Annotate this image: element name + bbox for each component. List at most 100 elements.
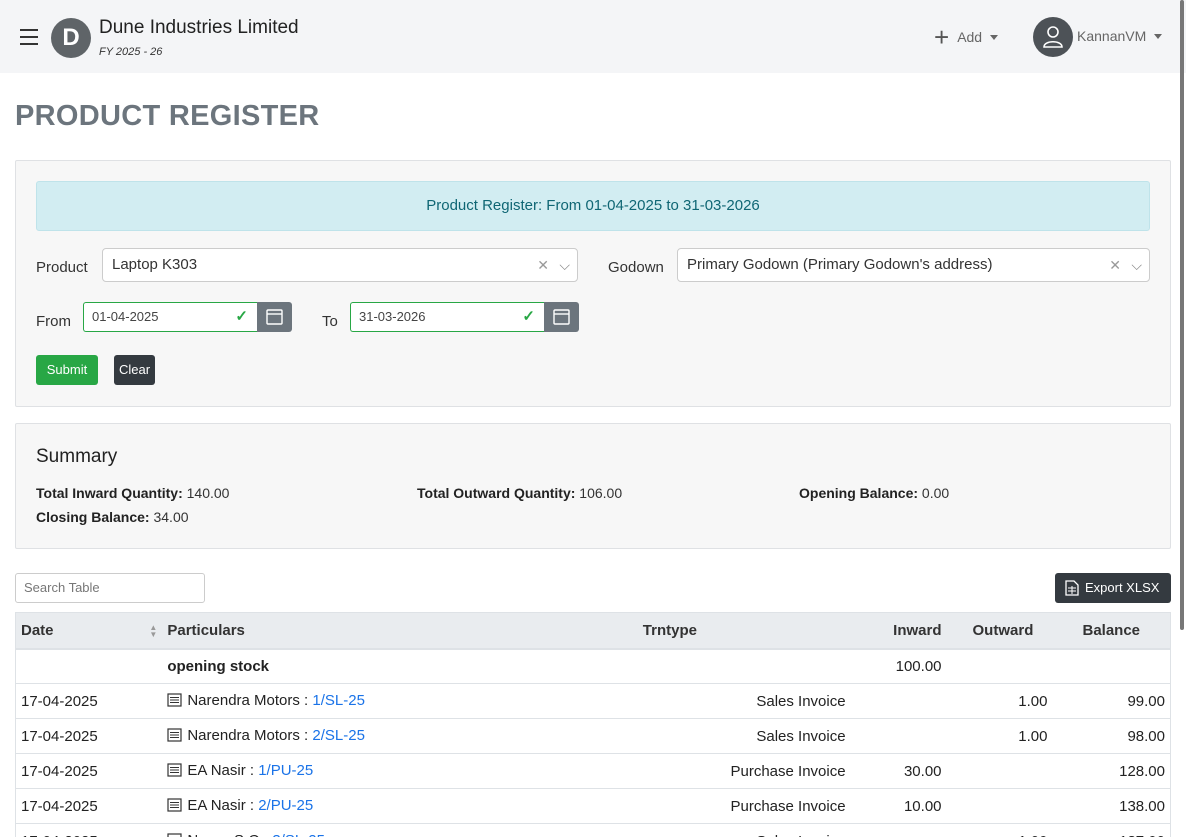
- opening-balance-value: 0.00: [921, 485, 950, 501]
- total-inward-value: 140.00: [186, 485, 230, 501]
- document-icon: [167, 762, 182, 781]
- row-inward: [850, 823, 947, 837]
- user-avatar-icon[interactable]: [1033, 17, 1073, 57]
- total-outward-stat: Total Outward Quantity: 106.00: [417, 485, 622, 501]
- add-dropdown-button[interactable]: + Add: [934, 22, 999, 52]
- row-particulars: EA Nasir : 2/PU-25: [162, 788, 638, 824]
- document-icon: [167, 727, 182, 746]
- row-balance: 128.00: [1052, 753, 1172, 789]
- row-outward: 1.00: [946, 823, 1053, 837]
- submit-button[interactable]: Submit: [36, 355, 98, 385]
- from-date-input[interactable]: 01-04-2025 ✓: [83, 302, 257, 332]
- table-header-row: Date ▲ ▼ Particulars Trntype Inward Outwar…: [15, 612, 1172, 650]
- opening-stock-label: opening stock: [162, 648, 638, 684]
- company-logo: D: [51, 18, 91, 58]
- table-row: opening stock 100.00: [15, 648, 1172, 684]
- from-date-value: 01-04-2025: [92, 309, 159, 324]
- summary-title: Summary: [36, 446, 118, 467]
- row-party: Narendra Motors :: [187, 726, 313, 744]
- column-header-inward[interactable]: Inward: [850, 612, 947, 650]
- godown-select[interactable]: Primary Godown (Primary Godown's address…: [677, 248, 1150, 282]
- chevron-down-icon[interactable]: ⌵: [559, 249, 570, 281]
- row-inward: 30.00: [850, 753, 947, 789]
- table-row: 17-04-2025Navya S.O : 3/SL-25Sales Invoi…: [15, 823, 1172, 837]
- product-select-value: Laptop K303: [112, 256, 198, 273]
- row-outward: 1.00: [946, 718, 1053, 754]
- calendar-icon[interactable]: [544, 302, 579, 332]
- closing-balance-value: 34.00: [153, 509, 189, 525]
- spreadsheet-icon: [1065, 580, 1079, 596]
- column-header-particulars[interactable]: Particulars: [162, 612, 638, 650]
- chevron-down-icon[interactable]: ⌵: [1131, 249, 1142, 281]
- export-xlsx-button[interactable]: Export XLSX: [1055, 573, 1171, 603]
- caret-down-icon: [990, 34, 999, 40]
- row-outward: [946, 753, 1053, 789]
- clear-button[interactable]: Clear: [114, 355, 155, 385]
- company-name: Dune Industries Limited: [99, 17, 299, 38]
- row-particulars: Narendra Motors : 2/SL-25: [162, 718, 638, 754]
- document-icon: [167, 692, 182, 711]
- clear-icon[interactable]: ✕: [537, 249, 549, 281]
- row-date: 17-04-2025: [15, 823, 163, 837]
- column-header-balance[interactable]: Balance: [1052, 612, 1172, 650]
- menu-icon[interactable]: [20, 29, 38, 45]
- row-trntype: Purchase Invoice: [637, 753, 851, 789]
- sort-icon[interactable]: ▲ ▼: [149, 623, 157, 638]
- voucher-link[interactable]: 2/SL-25: [312, 727, 365, 744]
- row-party: Narendra Motors :: [187, 691, 313, 709]
- to-date-group: 31-03-2026 ✓: [350, 302, 579, 332]
- voucher-link[interactable]: 3/SL-25: [272, 832, 325, 837]
- column-header-trntype[interactable]: Trntype: [637, 612, 851, 650]
- voucher-link[interactable]: 1/SL-25: [312, 692, 365, 709]
- row-particulars: Navya S.O : 3/SL-25: [162, 823, 638, 837]
- row-inward: [850, 683, 947, 719]
- add-label: Add: [957, 29, 983, 45]
- from-date-group: 01-04-2025 ✓: [83, 302, 292, 332]
- voucher-link[interactable]: 2/PU-25: [258, 797, 313, 814]
- row-date: 17-04-2025: [15, 683, 163, 719]
- row-party: EA Nasir :: [187, 796, 259, 814]
- total-outward-value: 106.00: [579, 485, 623, 501]
- godown-label: Godown: [608, 259, 664, 276]
- user-name-label: KannanVM: [1077, 28, 1147, 44]
- page-title: PRODUCT REGISTER: [15, 100, 320, 132]
- from-label: From: [36, 313, 71, 330]
- row-outward: 1.00: [946, 683, 1053, 719]
- opening-balance-stat: Opening Balance: 0.00: [799, 485, 949, 501]
- opening-stock-inward: 100.00: [850, 648, 947, 684]
- to-label: To: [322, 313, 338, 330]
- fiscal-year: FY 2025 - 26: [99, 46, 163, 58]
- total-outward-label: Total Outward Quantity:: [417, 485, 576, 501]
- column-header-date[interactable]: Date ▲ ▼: [15, 612, 163, 650]
- export-label: Export XLSX: [1085, 580, 1160, 595]
- total-inward-stat: Total Inward Quantity: 140.00: [36, 485, 229, 501]
- to-date-input[interactable]: 31-03-2026 ✓: [350, 302, 544, 332]
- voucher-link[interactable]: 1/PU-25: [258, 762, 313, 779]
- plus-icon: +: [934, 22, 950, 52]
- check-icon: ✓: [235, 308, 248, 325]
- table-row: 17-04-2025 EA Nasir : 1/PU-25 Purchase Inv…: [15, 753, 1172, 789]
- row-outward: [946, 788, 1053, 824]
- row-date: 17-04-2025: [15, 788, 163, 824]
- product-select[interactable]: Laptop K303 ✕ ⌵: [102, 248, 578, 282]
- date-range-banner: Product Register: From 01-04-2025 to 31-…: [36, 181, 1150, 231]
- clear-icon[interactable]: ✕: [1109, 249, 1121, 281]
- summary-card: Summary Total Inward Quantity: 140.00 To…: [15, 423, 1171, 549]
- page-scrollbar[interactable]: [1180, 0, 1184, 630]
- row-balance: 138.00: [1052, 788, 1172, 824]
- search-table-input[interactable]: Search Table: [15, 573, 205, 603]
- document-icon: [167, 797, 182, 816]
- table-row: 17-04-2025 Narendra Motors : 2/SL-25 Sales…: [15, 718, 1172, 754]
- row-party: EA Nasir :: [187, 761, 259, 779]
- closing-balance-label: Closing Balance:: [36, 509, 150, 525]
- document-icon: [167, 832, 182, 837]
- row-date: 17-04-2025: [15, 718, 163, 754]
- calendar-icon[interactable]: [257, 302, 292, 332]
- filter-card: Product Register: From 01-04-2025 to 31-…: [15, 160, 1171, 407]
- user-menu[interactable]: KannanVM: [1077, 28, 1163, 44]
- total-inward-label: Total Inward Quantity:: [36, 485, 183, 501]
- row-particulars: EA Nasir : 1/PU-25: [162, 753, 638, 789]
- table-row: 17-04-2025 EA Nasir : 2/PU-25 Purchase Inv…: [15, 788, 1172, 824]
- godown-select-value: Primary Godown (Primary Godown's address…: [687, 256, 993, 273]
- column-header-outward[interactable]: Outward: [946, 612, 1053, 650]
